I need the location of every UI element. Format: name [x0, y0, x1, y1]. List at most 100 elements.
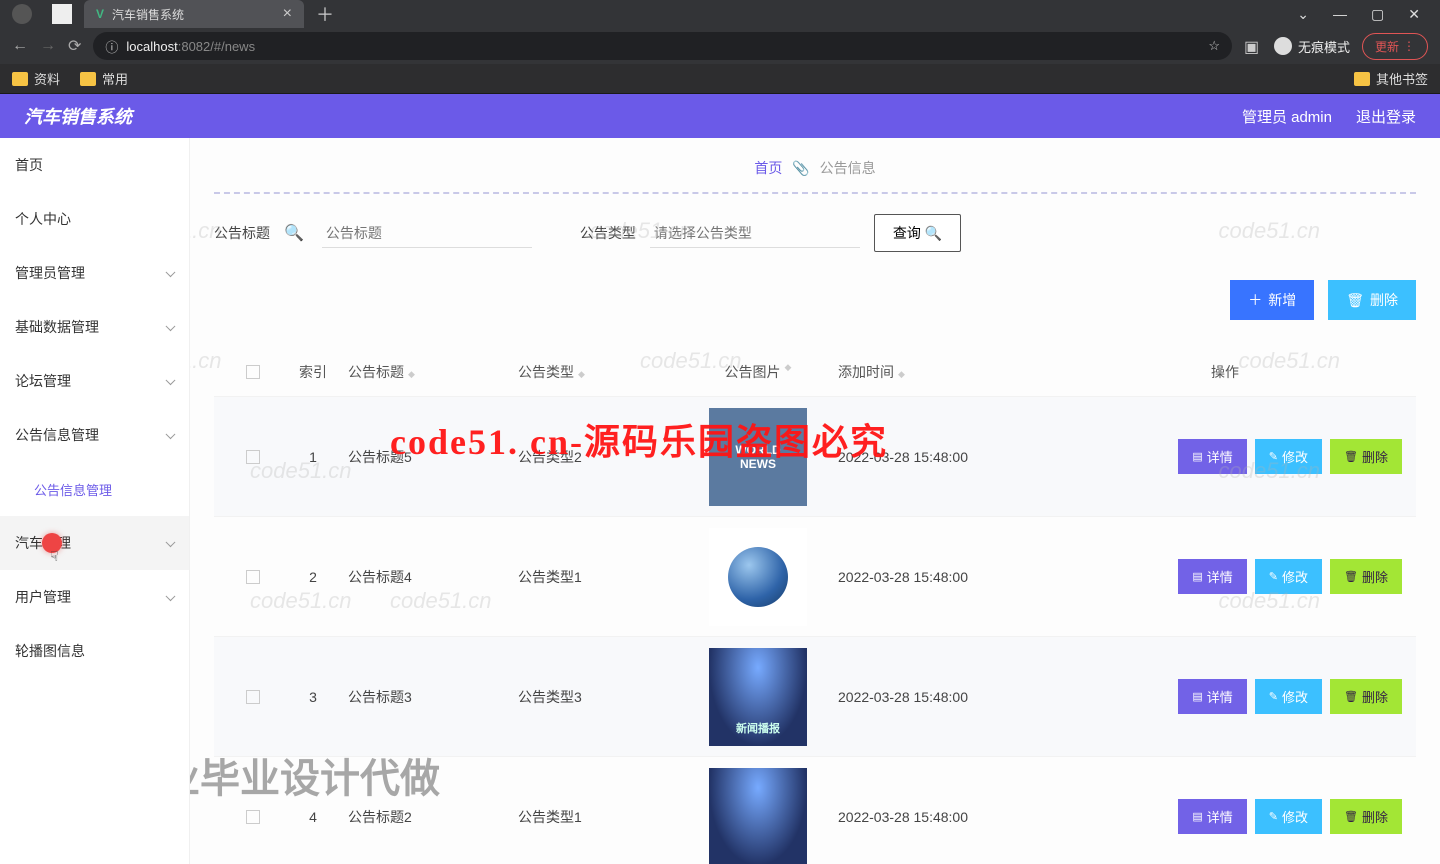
chevron-down-icon[interactable]: ⌄ [1297, 6, 1309, 23]
row-checkbox[interactable] [246, 810, 260, 824]
sidebar-home[interactable]: 首页 [0, 138, 189, 192]
close-tab-icon[interactable]: × [283, 5, 292, 23]
row-index: 4 [278, 809, 348, 825]
bookmarks-bar: 资料 常用 其他书签 [0, 64, 1440, 94]
bookmark-folder-2[interactable]: 常用 [80, 69, 128, 88]
sidebar-personal[interactable]: 个人中心 [0, 192, 189, 246]
table-row: 1 公告标题5 公告类型2 WORLDNEWS 2022-03-28 15:48… [214, 396, 1416, 516]
extensions-icon[interactable]: ▣ [1244, 37, 1262, 55]
row-checkbox[interactable] [246, 570, 260, 584]
breadcrumb-current: 公告信息 [820, 160, 876, 176]
main-content: 首页 📎 公告信息 公告标题 🔍 公告类型 查询 🔍 ＋ 新增 🗑 删除 [190, 138, 1440, 864]
app-header: 汽车销售系统 管理员 admin 退出登录 [0, 94, 1440, 138]
browser-chrome: V 汽车销售系统 × ＋ ⌄ — ▢ ✕ ← → ⟳ ⓘ localhost :… [0, 0, 1440, 94]
trash-icon: 🗑 [1344, 570, 1358, 583]
search-icon: 🔍 [284, 223, 304, 243]
vue-icon: V [96, 7, 104, 21]
row-delete-button[interactable]: 🗑删除 [1330, 679, 1402, 714]
reload-button[interactable]: ⟳ [68, 36, 81, 56]
browser-tab[interactable]: V 汽车销售系统 × [84, 0, 304, 28]
col-title[interactable]: 公告标题 [348, 362, 518, 382]
row-time: 2022-03-28 15:48:00 [838, 809, 1048, 825]
select-all-checkbox[interactable] [246, 365, 260, 379]
site-info-icon[interactable]: ⓘ [105, 37, 118, 56]
row-title: 公告标题4 [348, 567, 518, 587]
sidebar-user-mgmt[interactable]: 用户管理 [0, 570, 189, 624]
sidebar-forum[interactable]: 论坛管理 [0, 354, 189, 408]
col-index: 索引 [278, 362, 348, 382]
row-checkbox[interactable] [246, 690, 260, 704]
forward-button[interactable]: → [40, 37, 56, 55]
row-delete-button[interactable]: 🗑删除 [1330, 799, 1402, 834]
add-button[interactable]: ＋ 新增 [1230, 280, 1314, 320]
sidebar-notice-mgmt[interactable]: 公告信息管理 [0, 408, 189, 462]
minimize-icon[interactable]: — [1333, 6, 1347, 23]
breadcrumb-home[interactable]: 首页 [754, 160, 782, 176]
delete-button[interactable]: 🗑 删除 [1328, 280, 1416, 320]
row-detail-button[interactable]: ▤详情 [1178, 559, 1246, 594]
row-detail-button[interactable]: ▤详情 [1178, 439, 1246, 474]
search-type-select[interactable] [650, 219, 860, 248]
thumb-world-news: WORLDNEWS [709, 408, 807, 506]
row-title: 公告标题2 [348, 807, 518, 827]
thumb-stage-news: 新闻播报 [709, 648, 807, 746]
edit-icon: ✎ [1269, 570, 1278, 583]
search-title-input[interactable] [322, 219, 532, 248]
tab-title: 汽车销售系统 [112, 6, 184, 23]
left-square-icon [52, 4, 72, 24]
search-type-label: 公告类型 [580, 223, 636, 243]
edit-icon: ✎ [1269, 450, 1278, 463]
row-edit-button[interactable]: ✎修改 [1255, 679, 1322, 714]
row-index: 3 [278, 689, 348, 705]
col-img[interactable]: 公告图片 [678, 362, 838, 382]
toolbar: ＋ 新增 🗑 删除 [214, 280, 1416, 320]
row-type: 公告类型1 [518, 567, 678, 587]
detail-icon: ▤ [1192, 450, 1202, 463]
current-user-label[interactable]: 管理员 admin [1242, 106, 1332, 127]
search-row: 公告标题 🔍 公告类型 查询 🔍 [214, 214, 1416, 252]
folder-icon [12, 72, 28, 86]
row-title: 公告标题3 [348, 687, 518, 707]
row-edit-button[interactable]: ✎修改 [1255, 799, 1322, 834]
thumb-globe-news [709, 528, 807, 626]
logout-button[interactable]: 退出登录 [1356, 106, 1416, 127]
other-bookmarks[interactable]: 其他书签 [1354, 69, 1428, 88]
row-time: 2022-03-28 15:48:00 [838, 449, 1048, 465]
row-time: 2022-03-28 15:48:00 [838, 569, 1048, 585]
bookmark-star-icon[interactable]: ☆ [1208, 38, 1220, 54]
edit-icon: ✎ [1269, 810, 1278, 823]
close-window-icon[interactable]: ✕ [1408, 6, 1420, 23]
sidebar-notice-sub[interactable]: 公告信息管理 [0, 462, 189, 516]
new-tab-button[interactable]: ＋ [316, 1, 334, 27]
row-detail-button[interactable]: ▤详情 [1178, 679, 1246, 714]
update-button[interactable]: 更新⋮ [1362, 33, 1428, 60]
sidebar-carousel[interactable]: 轮播图信息 [0, 624, 189, 678]
sidebar-car-mgmt[interactable]: 汽车管理 ☟ [0, 516, 189, 570]
maximize-icon[interactable]: ▢ [1371, 6, 1384, 23]
row-edit-button[interactable]: ✎修改 [1255, 559, 1322, 594]
search-button[interactable]: 查询 🔍 [874, 214, 961, 252]
detail-icon: ▤ [1192, 570, 1202, 583]
sidebar-base-data[interactable]: 基础数据管理 [0, 300, 189, 354]
thumb-stage-news [709, 768, 807, 864]
row-time: 2022-03-28 15:48:00 [838, 689, 1048, 705]
row-checkbox[interactable] [246, 450, 260, 464]
col-type[interactable]: 公告类型 [518, 362, 678, 382]
table-row: 2 公告标题4 公告类型1 2022-03-28 15:48:00 ▤详情 ✎修… [214, 516, 1416, 636]
table-row: 4 公告标题2 公告类型1 2022-03-28 15:48:00 ▤详情 ✎修… [214, 756, 1416, 864]
col-time[interactable]: 添加时间 [838, 362, 1048, 382]
bookmark-folder-1[interactable]: 资料 [12, 69, 60, 88]
sidebar-admin-mgmt[interactable]: 管理员管理 [0, 246, 189, 300]
table-header: 索引 公告标题 公告类型 公告图片 添加时间 操作 [214, 348, 1416, 396]
breadcrumb: 首页 📎 公告信息 [214, 150, 1416, 194]
row-detail-button[interactable]: ▤详情 [1178, 799, 1246, 834]
row-delete-button[interactable]: 🗑删除 [1330, 559, 1402, 594]
url-input[interactable]: ⓘ localhost :8082/#/news ☆ [93, 32, 1232, 60]
row-delete-button[interactable]: 🗑删除 [1330, 439, 1402, 474]
incognito-indicator: 无痕模式 [1274, 37, 1350, 56]
search-title-label: 公告标题 [214, 223, 270, 243]
back-button[interactable]: ← [12, 37, 28, 55]
row-type: 公告类型2 [518, 447, 678, 467]
row-edit-button[interactable]: ✎修改 [1255, 439, 1322, 474]
folder-icon [1354, 72, 1370, 86]
